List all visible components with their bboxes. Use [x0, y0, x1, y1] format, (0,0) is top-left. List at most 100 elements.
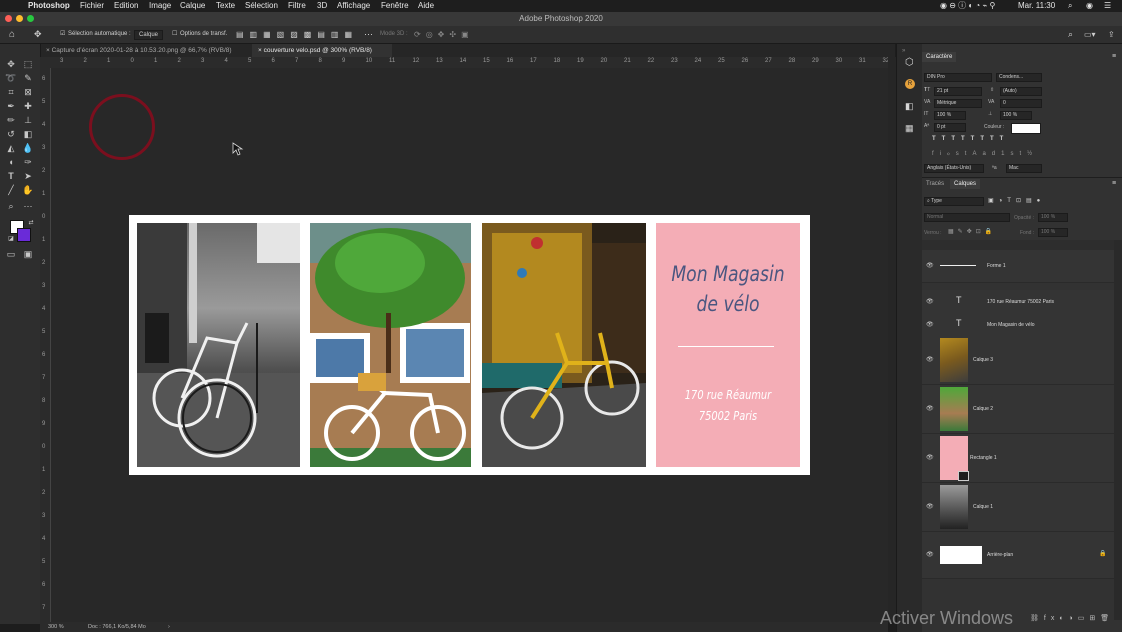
panel-menu-icon[interactable]: ≡ [1112, 53, 1116, 60]
pink-rectangle[interactable]: Mon Magasin de vélo 170 rue Réaumur 7500… [656, 223, 800, 467]
opentype-buttons[interactable]: fiℴstAad1st½ [932, 150, 1038, 157]
leading-field[interactable]: (Auto) [1000, 87, 1042, 96]
3d-panel-icon[interactable]: ⬡ [905, 57, 914, 68]
workspace-icon[interactable]: ▭▾ [1084, 26, 1096, 43]
transform-controls-checkbox[interactable]: ☐ [172, 26, 177, 43]
language-field[interactable]: Anglais (États-Unis) [924, 164, 984, 173]
spotlight-icon[interactable]: ⌕ [1068, 0, 1072, 12]
close-tab-icon[interactable]: × [258, 47, 262, 54]
layer-row-forme-1[interactable]: 👁 Forme 1 [922, 250, 1114, 283]
user-icon[interactable]: ◉ [1086, 0, 1093, 12]
search-icon[interactable]: ⌕ [1068, 26, 1073, 43]
layer-row-calque-2[interactable]: 👁 Calque 2 [922, 385, 1114, 434]
auto-select-dropdown[interactable]: Calque [134, 30, 164, 40]
share-icon[interactable]: ⇪ [1108, 26, 1115, 43]
menu-texte[interactable]: Texte [216, 0, 235, 12]
vertical-scale-field[interactable]: 100 % [934, 111, 966, 120]
tracking-field[interactable]: 0 [1000, 99, 1042, 108]
line-tool-icon[interactable]: ╱ [5, 185, 17, 195]
layer-row-rectangle-1[interactable]: 👁 Rectangle 1 [922, 434, 1114, 483]
lasso-tool-icon[interactable]: ➰ [5, 73, 17, 83]
layer-name[interactable]: Rectangle 1 [970, 455, 997, 461]
move-tool-icon[interactable]: ✥ [5, 59, 17, 69]
swap-colors-icon[interactable]: ⇄ [25, 218, 37, 228]
background-color-swatch[interactable] [17, 228, 31, 242]
font-style-field[interactable]: Condens... [996, 73, 1042, 82]
layer-name[interactable]: Arrière-plan [987, 552, 1013, 558]
app-menu[interactable]: Photoshop [28, 0, 70, 12]
default-colors-icon[interactable]: ◪ [5, 234, 17, 244]
font-family-field[interactable]: DIN Pro [924, 73, 992, 82]
minimize-window-button[interactable] [16, 15, 23, 22]
zoom-tool-icon[interactable]: ⌕ [5, 201, 17, 211]
status-icons[interactable]: ◉ ⊖ ⓘ ◐ ◔ ⌁ ⚲ [940, 0, 995, 12]
layer-name[interactable]: 170 rue Réaumur 75002 Paris [987, 299, 1054, 305]
photo-bw-bicycles[interactable] [137, 223, 300, 467]
menu-fichier[interactable]: Fichier [80, 0, 104, 12]
brush-tool-icon[interactable]: ✏ [5, 115, 17, 125]
font-size-field[interactable]: 21 pt [934, 87, 982, 96]
menu-filtre[interactable]: Filtre [288, 0, 306, 12]
quick-mask-icon[interactable]: ▭ [5, 249, 17, 259]
layer-name[interactable]: Calque 2 [973, 406, 993, 412]
pen-tool-icon[interactable]: ✑ [22, 157, 34, 167]
layer-name[interactable]: Calque 3 [973, 357, 993, 363]
zoom-level[interactable]: 300 % [48, 622, 64, 632]
menu-image[interactable]: Image [149, 0, 171, 12]
baseline-shift-field[interactable]: 0 pt [934, 123, 966, 132]
layer-row-title-text[interactable]: 👁 T Mon Magasin de vélo [922, 313, 1114, 337]
menu-affichage[interactable]: Affichage [337, 0, 370, 12]
tab-traces[interactable]: Tracés [922, 179, 948, 189]
tab-calques[interactable]: Calques [950, 179, 981, 189]
path-select-icon[interactable]: ➤ [22, 171, 34, 181]
stamp-tool-icon[interactable]: ⊥ [22, 115, 34, 125]
3d-tools[interactable]: ⟳◎✥✣▣ [414, 26, 474, 43]
shop-address[interactable]: 170 rue Réaumur 75002 Paris [669, 385, 787, 427]
layers-scrollbar[interactable] [1114, 240, 1122, 620]
home-icon[interactable]: ⌂ [9, 26, 15, 43]
hand-tool-icon[interactable]: ✋ [22, 185, 34, 195]
layer-name[interactable]: Mon Magasin de vélo [987, 322, 1035, 328]
crop-tool-icon[interactable]: ⌗ [5, 87, 17, 97]
document-artwork[interactable]: Mon Magasin de vélo 170 rue Réaumur 7500… [129, 215, 810, 475]
more-tools-icon[interactable]: ⋯ [22, 201, 34, 211]
screen-mode-icon[interactable]: ▣ [22, 249, 34, 259]
align-buttons[interactable]: ▤▥▦▧▨▩▤▥▦ [236, 26, 358, 43]
photo-white-bicycle[interactable] [310, 223, 471, 467]
control-center-icon[interactable]: ☰ [1104, 0, 1111, 12]
layers-menu-icon[interactable]: ≡ [1112, 180, 1116, 187]
kerning-field[interactable]: Métrique [934, 99, 982, 108]
visibility-eye-icon[interactable]: 👁 [926, 405, 934, 412]
layer-row-calque-3[interactable]: 👁 Calque 3 [922, 336, 1114, 385]
eraser-tool-icon[interactable]: ◧ [22, 129, 34, 139]
lock-buttons[interactable]: ▦✎✥⊡🔒 [948, 228, 996, 235]
layer-row-calque-1[interactable]: 👁 Calque 1 [922, 483, 1114, 532]
tab-capture[interactable]: × Capture d’écran 2020-01-28 à 10.53.20.… [40, 44, 252, 57]
blend-mode-dropdown[interactable]: Normal [924, 213, 1010, 222]
divider-line[interactable] [678, 346, 774, 347]
antialias-field[interactable]: Mac [1006, 164, 1042, 173]
swatches-icon[interactable]: ▦ [905, 123, 914, 134]
marquee-tool-icon[interactable]: ⬚ [22, 59, 34, 69]
layer-actions[interactable]: ⛓fx◐◑▭⊞🗑 [1030, 614, 1114, 622]
layer-row-arriere-plan[interactable]: 👁 Arrière-plan 🔒 [922, 532, 1114, 579]
visibility-eye-icon[interactable]: 👁 [926, 503, 934, 510]
filter-type-buttons[interactable]: ▣◑T⊡▤● [988, 197, 1045, 204]
tab-caractere[interactable]: Caractère [922, 52, 957, 62]
text-color-swatch[interactable] [1011, 123, 1041, 134]
visibility-eye-icon[interactable]: 👁 [926, 454, 934, 461]
visibility-eye-icon[interactable]: 👁 [926, 321, 934, 328]
doc-size[interactable]: Doc : 766,1 Ko/5,84 Mo [88, 622, 146, 632]
paint-bucket-icon[interactable]: ◭ [5, 143, 17, 153]
menu-edition[interactable]: Edition [114, 0, 138, 12]
lock-icon[interactable]: 🔒 [1099, 550, 1106, 557]
layer-name[interactable]: Calque 1 [973, 504, 993, 510]
zoom-window-button[interactable] [27, 15, 34, 22]
menu-fenetre[interactable]: Fenêtre [381, 0, 409, 12]
menu-selection[interactable]: Sélection [245, 0, 278, 12]
quick-select-tool-icon[interactable]: ✎ [22, 73, 34, 83]
layer-name[interactable]: Forme 1 [987, 263, 1006, 269]
clock[interactable]: Mar. 11:30 [1018, 0, 1055, 12]
horizontal-scale-field[interactable]: 100 % [1000, 111, 1032, 120]
status-arrow-icon[interactable]: › [168, 622, 170, 632]
